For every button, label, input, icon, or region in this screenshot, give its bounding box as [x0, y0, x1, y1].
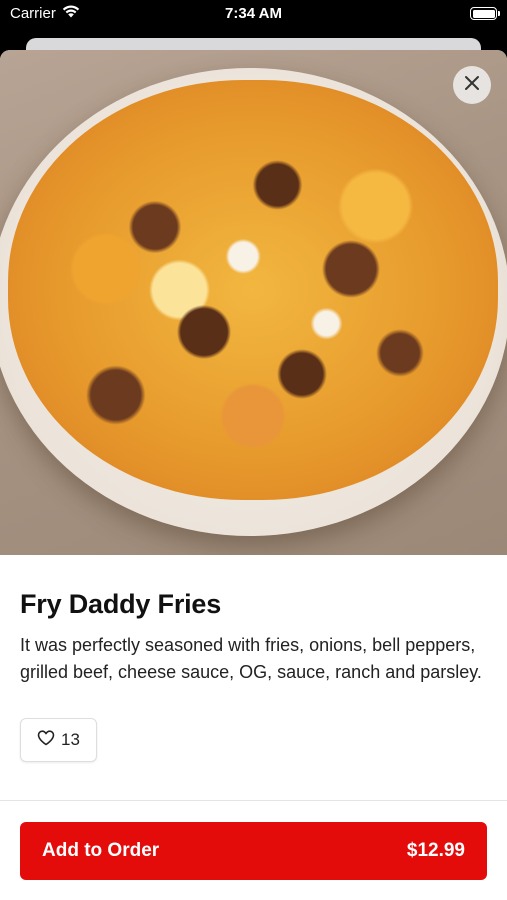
- close-button[interactable]: [453, 66, 491, 104]
- battery-fill: [472, 9, 495, 18]
- item-content: Fry Daddy Fries It was perfectly seasone…: [0, 555, 507, 762]
- status-bar: Carrier 7:34 AM: [0, 0, 507, 30]
- order-price: $12.99: [406, 840, 465, 861]
- close-icon: [464, 75, 480, 96]
- item-title: Fry Daddy Fries: [20, 589, 222, 619]
- fries-image: [8, 80, 498, 500]
- like-button[interactable]: 13: [20, 718, 97, 762]
- status-right: [470, 7, 500, 20]
- like-count: 13: [61, 730, 80, 749]
- add-to-order-label: Add to Order: [42, 840, 160, 861]
- add-to-order-button[interactable]: Add to Order $12.99: [20, 822, 487, 880]
- item-detail-sheet: Fry Daddy Fries It was perfectly seasone…: [0, 50, 507, 900]
- battery-icon: [470, 7, 500, 20]
- item-photo: [0, 50, 507, 555]
- heart-icon: [37, 729, 55, 751]
- status-time: 7:34 AM: [225, 5, 282, 22]
- divider: [0, 800, 507, 801]
- item-description: It was perfectly seasoned with fries, on…: [20, 635, 482, 682]
- screen: Carrier 7:34 AM Fry Daddy Fries It was p…: [0, 0, 507, 900]
